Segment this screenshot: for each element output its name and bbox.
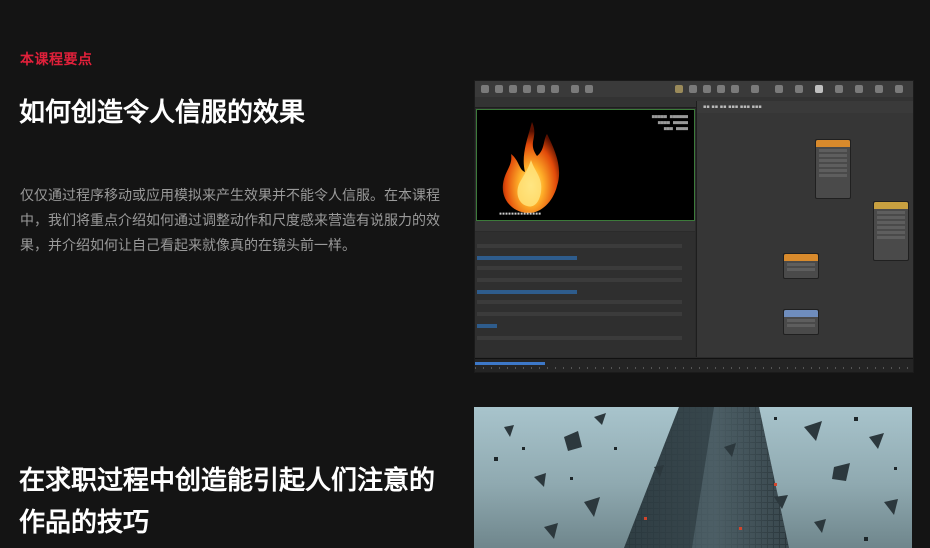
software-screenshot-image: ■■■■■ ■■■■■■ ■■■■ ■■■■■ ■■■ ■■■■ ▪▪▪▪▪▪▪▪▪… bbox=[474, 80, 914, 373]
fire-icon bbox=[502, 122, 560, 213]
building-destruction-image bbox=[474, 407, 912, 548]
network-node bbox=[783, 309, 819, 335]
section-headline: 如何创造令人信服的效果 bbox=[19, 98, 306, 128]
section-headline-2: 在求职过程中创造能引起人们注意的作品的技巧 bbox=[19, 466, 436, 538]
viewport-controls bbox=[475, 221, 695, 231]
viewport-stats: ■■■■■ ■■■■■■ ■■■■ ■■■■■ ■■■ ■■■■ bbox=[651, 114, 688, 132]
building-shatter-illustration bbox=[494, 407, 898, 548]
viewport-panel: ■■■■■ ■■■■■■ ■■■■ ■■■■■ ■■■ ■■■■ ▪▪▪▪▪▪▪▪▪… bbox=[476, 109, 695, 221]
viewport-caption: ▪▪▪▪▪▪▪▪▪▪▪▪▪▪ bbox=[499, 211, 542, 217]
network-node bbox=[783, 253, 819, 279]
timeline-bar bbox=[475, 358, 913, 372]
parameter-panel bbox=[475, 232, 695, 357]
network-node bbox=[873, 201, 909, 261]
network-node bbox=[815, 139, 851, 199]
section-eyebrow: 本课程要点 bbox=[20, 52, 93, 68]
network-menu: ▪▪ ▪▪ ▪▪ ▪▪▪ ▪▪▪ ▪▪▪ bbox=[697, 101, 913, 113]
node-network-panel: ▪▪ ▪▪ ▪▪ ▪▪▪ ▪▪▪ ▪▪▪ bbox=[696, 101, 913, 357]
section-description: 仅仅通过程序移动或应用模拟来产生效果并不能令人信服。在本课程中，我们将重点介绍如… bbox=[20, 188, 440, 254]
app-toolbar bbox=[475, 81, 913, 98]
